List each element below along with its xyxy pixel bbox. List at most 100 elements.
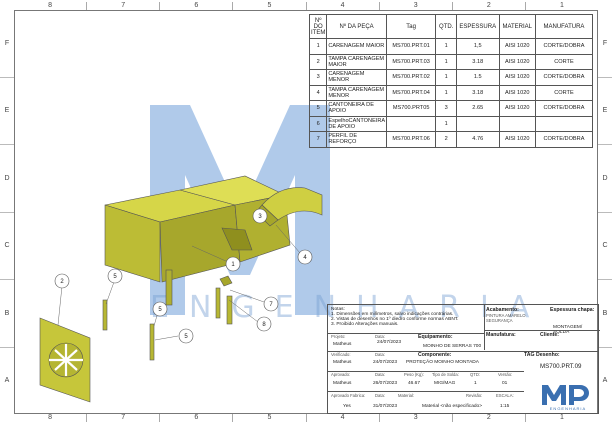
bom-cell: 1 <box>435 38 457 55</box>
bom-row: 7 PERFIL DE REFORÇO MS700.PRT.06 2 4.76 … <box>308 131 594 148</box>
bom-cell: CORTE/DOBRA <box>534 131 594 148</box>
rule <box>328 371 524 372</box>
bom-cell: CORTE <box>534 84 594 101</box>
part-cantoneira-center <box>165 269 173 306</box>
tag-value: MS700.PRT.09 <box>540 363 582 370</box>
part-cantoneira-a <box>102 299 108 331</box>
bom-cell: 1 <box>435 115 457 132</box>
bom-cell: 2 <box>435 131 457 148</box>
bom-cell: MS700.PRT05 <box>385 100 437 117</box>
bom-cell: MS700.PRT.04 <box>385 84 437 101</box>
bom-row: 1 CARENAGEM MAIOR MS700.PRT.01 1 1,5 AIS… <box>308 38 594 55</box>
peso-label: Peso (Kg): <box>404 372 424 377</box>
qtd-value: 1 <box>474 381 477 386</box>
bom-cell: CANTONEIRA DE APOIO <box>326 100 387 117</box>
bom-cell: 2.65 <box>455 100 500 117</box>
tipo-solda-value: MIG/MAG <box>434 381 456 386</box>
bom-cell: 6 <box>308 115 328 132</box>
bom-cell: 4.76 <box>455 131 500 148</box>
bom-cell: 7 <box>308 131 328 148</box>
bom-cell: MS700.PRT.03 <box>385 53 437 70</box>
part-carenagem-maior <box>104 175 291 283</box>
aprovado-fabrica-label: Aprovado Fabrica: <box>331 393 366 398</box>
componente-value: PROTEÇÃO MOINHO MONTADA <box>406 360 479 365</box>
tag-label: TAG Desenho: <box>524 352 560 358</box>
projeto-label: Projeto: <box>331 334 346 339</box>
aprovado-data: 26/07/2023 <box>373 381 398 386</box>
verificado-data: 24/07/2023 <box>373 360 398 365</box>
bom-cell: TAMPA CARENAGEM MENOR <box>326 84 387 101</box>
material-value: Material <não especificado> <box>422 404 482 409</box>
bom-cell: AISI 1020 <box>498 131 536 148</box>
projeto-value: Matheus <box>333 342 352 347</box>
acabamento-value: PINTURA AMARELO SEGURANÇA <box>486 313 526 323</box>
verificado-label: Verificado: <box>331 352 351 357</box>
cliente-label: Cliente: <box>540 332 560 338</box>
bom-cell: 1 <box>435 84 457 101</box>
bom-row: 5 CANTONEIRA DE APOIO MS700.PRT05 3 2.65… <box>308 100 594 117</box>
bom-cell: MS700.PRT.06 <box>385 131 437 148</box>
bom-cell: CORTE/DOBRA <box>534 38 594 55</box>
bom-header: QTD. <box>435 14 457 39</box>
bom-header: Tag <box>385 14 437 39</box>
part-cantoneira-b <box>149 323 155 361</box>
aprovado-label: Aprovado: <box>331 372 351 377</box>
fab-data: 31/07/2023 <box>373 404 398 409</box>
notes: Notas: 1. Dimensões em milímetros, salvo… <box>331 307 481 327</box>
bom-cell: CARENAGEM MAIOR <box>326 38 387 55</box>
bom-cell: 4 <box>308 84 328 101</box>
bom-cell: AISI 1020 <box>498 100 536 117</box>
aprovado-data-label: Data: <box>375 372 386 377</box>
peso-value: 46.67 <box>408 381 421 386</box>
bom-cell: AISI 1020 <box>498 84 536 101</box>
projeto-data: 24/07/2023 <box>377 340 402 345</box>
bom-cell: CORTE/DOBRA <box>534 100 594 117</box>
bom-cell: MS700.PRT.01 <box>385 38 437 55</box>
rule <box>328 391 524 392</box>
bom-cell: 3.18 <box>455 53 500 70</box>
divider <box>484 305 485 350</box>
acabamento: Acabamento: PINTURA AMARELO SEGURANÇA <box>486 307 546 323</box>
bom-cell: CORTE/DOBRA <box>534 69 594 86</box>
bom-row: 6 EspelhoCANTONEIRA DE APOIO 1 <box>308 115 594 132</box>
bom-cell: 1.5 <box>455 69 500 86</box>
verificado-data-label: Data: <box>375 352 386 357</box>
bom-cell: 3.18 <box>455 84 500 101</box>
note-3: 3. Proibido Alterações manuais. <box>331 322 399 327</box>
aprovado-value: Matheus <box>333 381 352 386</box>
bill-of-materials: Nº DO ITEM Nº DA PEÇA Tag QTD. ESPESSURA… <box>308 14 594 148</box>
bom-cell: MS700.PRT.02 <box>385 69 437 86</box>
verificado-value: Matheus <box>333 360 352 365</box>
bom-cell <box>455 115 500 132</box>
versao-label: Versão: <box>498 372 513 377</box>
equipamento-label: Equipamento: <box>418 334 453 340</box>
bom-cell: 3 <box>308 69 328 86</box>
rule <box>328 333 484 334</box>
bom-cell: AISI 1020 <box>498 38 536 55</box>
bom-cell: 1 <box>435 69 457 86</box>
logo-text: ENGENHARIA <box>550 406 586 411</box>
material-label: Material: <box>398 393 415 398</box>
escala-value: 1:15 <box>500 404 510 409</box>
bom-row: 4 TAMPA CARENAGEM MENOR MS700.PRT.04 1 3… <box>308 84 594 101</box>
part-tampa-carenagem-maior <box>39 317 91 403</box>
bom-cell <box>385 115 437 132</box>
bom-cell <box>534 115 594 132</box>
rule <box>484 330 600 331</box>
espessura-label: Espessura chapa: <box>550 307 595 313</box>
bom-cell: 1 <box>308 38 328 55</box>
fab-data-label: Data: <box>375 393 386 398</box>
bom-header: Nº DA PEÇA <box>326 14 387 39</box>
bom-header: ESPESSURA <box>455 14 500 39</box>
bom-row: 2 TAMPA CARENAGEM MAIOR MS700.PRT.03 1 3… <box>308 53 594 70</box>
bom-cell: 3 <box>435 100 457 117</box>
bom-cell: CARENAGEM MENOR <box>326 69 387 86</box>
manufatura-label: Manufatura: <box>486 332 516 338</box>
tipo-solda-label: Tipo de Solda: <box>432 372 459 377</box>
bom-cell: AISI 1020 <box>498 69 536 86</box>
bom-header: Nº DO ITEM <box>308 14 328 39</box>
bom-cell: 5 <box>308 100 328 117</box>
bom-cell: TAMPA CARENAGEM MAIOR <box>326 53 387 70</box>
bom-cell: CORTE <box>534 53 594 70</box>
bom-cell: 1 <box>435 53 457 70</box>
